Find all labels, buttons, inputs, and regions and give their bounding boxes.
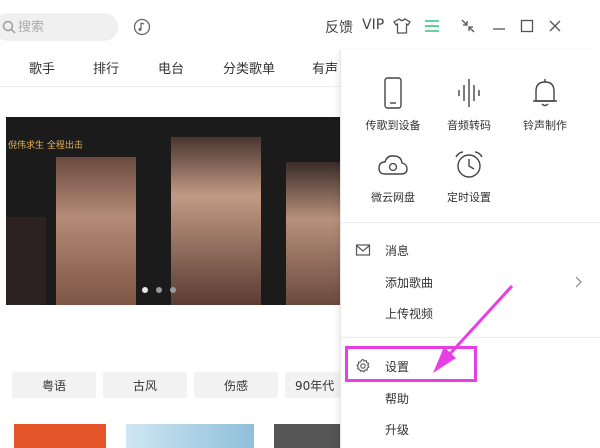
search-input[interactable] <box>18 19 108 35</box>
menu-audio-convert-label: 音频转码 <box>447 119 491 132</box>
nav-item-radio[interactable]: 电台 <box>158 58 184 77</box>
vip-button[interactable]: VIP <box>362 17 384 33</box>
banner-poster-text: 倪伟求生 全程出击 <box>8 141 83 151</box>
menu-ringtone-maker-label: 铃声制作 <box>523 119 567 132</box>
banner-pagination <box>142 287 176 293</box>
close-button[interactable] <box>545 16 565 36</box>
bell-icon <box>533 79 557 107</box>
cloud-icon <box>378 155 408 175</box>
envelope-icon <box>355 244 371 256</box>
playlist-thumb-2[interactable] <box>126 424 254 448</box>
menu-help[interactable]: 帮助 <box>341 384 600 412</box>
menu-messages[interactable]: 消息 <box>341 236 600 264</box>
banner-shade <box>6 217 46 305</box>
banner-dot-3[interactable] <box>170 287 176 293</box>
phone-icon <box>384 77 402 109</box>
menu-timer-settings[interactable]: 定时设置 <box>431 148 507 205</box>
nav-item-audiobook[interactable]: 有声 <box>312 58 338 77</box>
mini-mode-button[interactable] <box>458 16 478 36</box>
menu-weiyun-drive-label: 微云网盘 <box>371 191 415 204</box>
soundwave-icon <box>458 79 480 107</box>
menu-upload-video[interactable]: 上传视频 <box>341 299 600 327</box>
tag-ancient-style[interactable]: 古风 <box>103 372 187 398</box>
menu-transfer-to-device[interactable]: 传歌到设备 <box>355 76 431 133</box>
music-recognition-icon[interactable] <box>133 18 151 36</box>
main-menu-button[interactable] <box>422 16 442 36</box>
featured-banner[interactable]: 倪伟求生 全程出击 <box>6 117 370 305</box>
shrink-arrows-icon <box>461 19 475 33</box>
maximize-icon <box>520 19 534 33</box>
nav-item-singer[interactable]: 歌手 <box>29 58 55 77</box>
minimize-icon <box>493 28 505 30</box>
menu-upgrade[interactable]: 升级 <box>341 415 600 443</box>
menu-divider-2 <box>341 337 600 338</box>
menu-divider-1 <box>341 222 600 223</box>
main-menu-dropdown: 传歌到设备 音频转码 铃声制作 微云网盘 定时设置 消息 添加歌曲 上传视频 设… <box>340 50 600 448</box>
banner-dot-1[interactable] <box>142 287 148 293</box>
chevron-right-icon <box>575 276 582 288</box>
hamburger-menu-icon <box>425 20 439 32</box>
banner-figure-left <box>56 157 136 305</box>
menu-audio-convert[interactable]: 音频转码 <box>431 76 507 133</box>
menu-upload-video-label: 上传视频 <box>385 307 434 321</box>
close-icon <box>549 20 561 32</box>
nav-item-playlist-categories[interactable]: 分类歌单 <box>223 58 275 77</box>
banner-figure-center <box>171 137 261 305</box>
menu-transfer-to-device-label: 传歌到设备 <box>365 119 421 132</box>
feedback-button[interactable]: 反馈 <box>325 17 353 37</box>
menu-messages-label: 消息 <box>385 244 410 258</box>
alarm-clock-icon <box>455 151 483 178</box>
skin-button[interactable] <box>392 16 412 36</box>
playlist-thumb-3[interactable] <box>274 424 340 448</box>
tag-cantonese[interactable]: 粤语 <box>12 372 96 398</box>
minimize-button[interactable] <box>489 16 509 36</box>
menu-add-song-label: 添加歌曲 <box>385 276 434 290</box>
menu-ringtone-maker[interactable]: 铃声制作 <box>507 76 583 133</box>
maximize-button[interactable] <box>517 16 537 36</box>
tag-90s[interactable]: 90年代 <box>285 372 340 398</box>
menu-upgrade-label: 升级 <box>385 423 410 437</box>
menu-weiyun-drive[interactable]: 微云网盘 <box>355 148 431 205</box>
menu-timer-settings-label: 定时设置 <box>447 191 491 204</box>
menu-add-song[interactable]: 添加歌曲 <box>341 268 600 296</box>
tag-sad[interactable]: 伤感 <box>194 372 278 398</box>
banner-dot-2[interactable] <box>156 287 162 293</box>
nav-item-ranking[interactable]: 排行 <box>93 58 119 77</box>
playlist-thumb-1[interactable] <box>14 424 106 448</box>
menu-help-label: 帮助 <box>385 392 410 406</box>
search-icon <box>2 20 16 34</box>
settings-highlight-box <box>345 346 477 382</box>
tshirt-icon <box>393 18 411 34</box>
title-bar: 反馈 VIP <box>0 0 600 56</box>
search-box[interactable] <box>0 13 118 41</box>
